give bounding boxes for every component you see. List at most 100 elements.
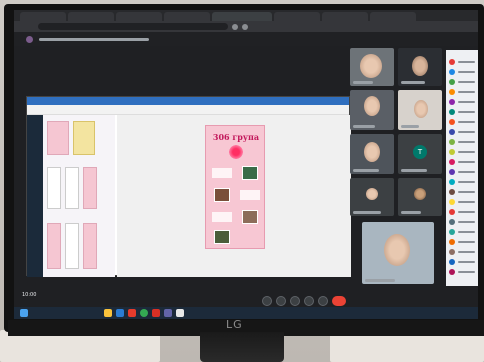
participant-tile[interactable]: T: [398, 134, 442, 174]
powerpoint-icon[interactable]: [128, 309, 136, 317]
meeting-time: 10:00: [22, 292, 36, 298]
monitor-stand: [200, 332, 284, 362]
mic-icon[interactable]: [262, 296, 272, 306]
participant-name: [401, 169, 427, 172]
participant-list-avatar: [449, 149, 455, 155]
participant-list-item[interactable]: [449, 158, 475, 166]
template-thumb: [47, 223, 61, 269]
participant-tile[interactable]: [350, 90, 394, 130]
windows-start-icon[interactable]: [20, 309, 28, 317]
participant-tile[interactable]: [398, 90, 442, 130]
participant-list-name: [458, 221, 475, 223]
participant-name: [401, 81, 425, 84]
design-canvas: 306 група: [117, 115, 351, 277]
participant-list-avatar: [449, 269, 455, 275]
participant-tile[interactable]: [350, 134, 394, 174]
participant-list-item[interactable]: [449, 118, 475, 126]
participant-tile[interactable]: [398, 48, 442, 86]
participant-list-item[interactable]: [449, 148, 475, 156]
participant-list-avatar: [449, 99, 455, 105]
app-icon[interactable]: [152, 309, 160, 317]
extension-icon[interactable]: [232, 23, 238, 30]
participant-list-item[interactable]: [449, 238, 475, 246]
browser-tab-active[interactable]: [212, 12, 272, 21]
poster-photo: [242, 210, 258, 224]
participants-panel: [446, 50, 478, 286]
browser-tab[interactable]: [116, 12, 162, 21]
end-call-icon[interactable]: [332, 296, 346, 306]
browser-tab[interactable]: [20, 12, 66, 21]
participant-list-item[interactable]: [449, 68, 475, 76]
participant-list-item[interactable]: [449, 168, 475, 176]
monitor: 306 група T 10:00: [4, 4, 484, 336]
word-icon[interactable]: [116, 309, 124, 317]
participant-list-item[interactable]: [449, 198, 475, 206]
address-bar: [14, 21, 478, 32]
participant-list-item[interactable]: [449, 58, 475, 66]
app-icon[interactable]: [164, 309, 172, 317]
participant-list-name: [458, 241, 475, 243]
participant-list-item[interactable]: [449, 128, 475, 136]
participant-list-item[interactable]: [449, 98, 475, 106]
participant-list-name: [458, 271, 475, 273]
file-explorer-icon[interactable]: [104, 309, 112, 317]
chrome-icon[interactable]: [140, 309, 148, 317]
profile-icon[interactable]: [242, 23, 248, 30]
shared-screen: 306 група: [26, 96, 351, 277]
poster-text-box: [240, 190, 260, 200]
participant-list-name: [458, 151, 475, 153]
participant-tile[interactable]: [350, 178, 394, 216]
participant-list-item[interactable]: [449, 258, 475, 266]
template-thumb: [83, 167, 97, 209]
participant-list-avatar: [449, 189, 455, 195]
browser-tab[interactable]: [68, 12, 114, 21]
poster-title: 306 група: [212, 132, 260, 142]
participant-face: [414, 100, 428, 118]
camera-icon[interactable]: [276, 296, 286, 306]
poster-text-box: [212, 212, 232, 222]
participant-list-item[interactable]: [449, 188, 475, 196]
shared-editor-sidebar: [27, 115, 43, 277]
more-icon[interactable]: [318, 296, 328, 306]
participant-list-avatar: [449, 209, 455, 215]
participant-list-item[interactable]: [449, 228, 475, 236]
participant-list-item[interactable]: [449, 108, 475, 116]
participant-tile[interactable]: [398, 178, 442, 216]
browser-tab[interactable]: [164, 12, 210, 21]
participant-list-name: [458, 231, 475, 233]
participant-list-avatar: [449, 249, 455, 255]
participant-list-item[interactable]: [449, 178, 475, 186]
captions-icon[interactable]: [290, 296, 300, 306]
participant-list-item[interactable]: [449, 218, 475, 226]
poster-photo: [214, 230, 230, 244]
participant-list-avatar: [449, 59, 455, 65]
participant-initial-avatar: T: [413, 145, 427, 159]
participant-list-avatar: [449, 199, 455, 205]
participant-list-name: [458, 161, 475, 163]
participant-list-item[interactable]: [449, 138, 475, 146]
app-icon[interactable]: [176, 309, 184, 317]
participant-list-item[interactable]: [449, 268, 475, 276]
participant-list-item[interactable]: [449, 208, 475, 216]
participant-list-item[interactable]: [449, 248, 475, 256]
participant-name: [353, 125, 375, 128]
participant-list-name: [458, 181, 475, 183]
participant-list-name: [458, 211, 475, 213]
participant-list-name: [458, 261, 475, 263]
participant-list-avatar: [449, 89, 455, 95]
browser-tab[interactable]: [274, 12, 320, 21]
participant-list-item[interactable]: [449, 78, 475, 86]
participant-list-avatar: [449, 109, 455, 115]
participant-list-item[interactable]: [449, 88, 475, 96]
url-field[interactable]: [38, 23, 228, 30]
participant-list-name: [458, 71, 475, 73]
browser-tab[interactable]: [322, 12, 368, 21]
present-icon[interactable]: [304, 296, 314, 306]
participant-list-name: [458, 101, 475, 103]
participant-face: [412, 56, 428, 76]
participant-tile[interactable]: [350, 48, 394, 86]
participant-tile-large[interactable]: [362, 222, 434, 284]
browser-tab[interactable]: [370, 12, 416, 21]
poster: 306 група: [205, 125, 265, 249]
presenter-avatar: [26, 35, 33, 43]
